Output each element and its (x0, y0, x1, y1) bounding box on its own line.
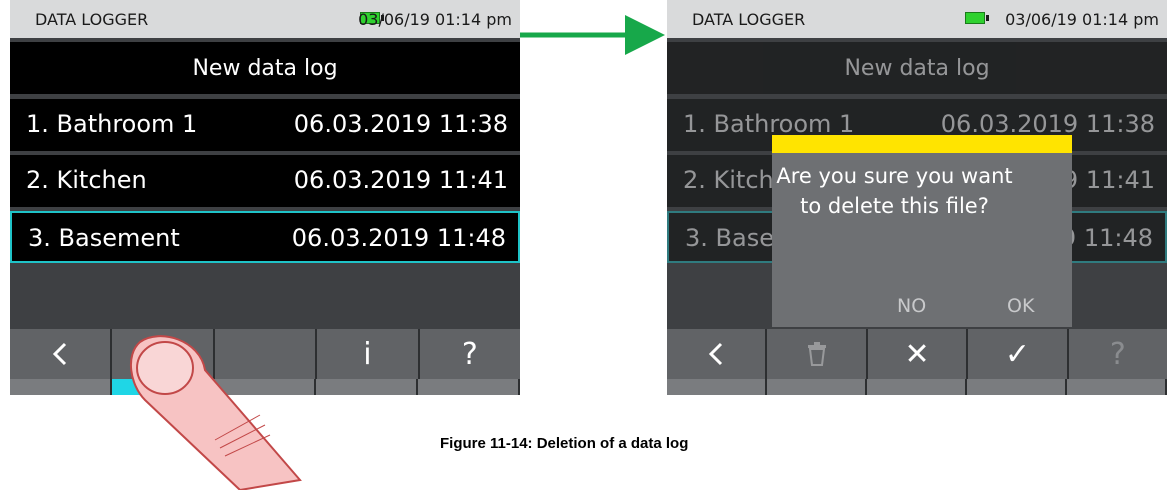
delete-confirm-dialog: Are you sure you want to delete this fil… (772, 135, 1072, 327)
info-icon: i (363, 336, 372, 372)
trash-icon (807, 342, 826, 366)
back-icon (709, 342, 723, 366)
confirm-button[interactable]: ✓ (968, 329, 1069, 379)
app-title: DATA LOGGER (692, 10, 806, 29)
status-bar: DATA LOGGER 03/06/19 01:14 pm (10, 0, 520, 38)
dialog-header-bar (772, 135, 1072, 153)
toolbar: ✕ ✓ ? (667, 329, 1167, 379)
status-datetime: 03/06/19 01:14 pm (358, 10, 512, 29)
page-title: New data log (10, 42, 520, 94)
info-button[interactable]: i (317, 329, 420, 379)
finger-pointer (129, 335, 302, 490)
dialog-no-option[interactable]: NO (897, 295, 926, 317)
figure-caption: Figure 11-14: Deletion of a data log (440, 435, 689, 452)
log-date: 06.03.2019 11:38 (293, 110, 508, 138)
delete-button (767, 329, 868, 379)
back-icon (53, 342, 67, 366)
back-button[interactable] (667, 329, 768, 379)
log-date: 06.03.2019 11:48 (291, 224, 506, 252)
device-screen-right: DATA LOGGER 03/06/19 01:14 pm New data l… (667, 0, 1167, 395)
log-date: 06.03.2019 11:38 (940, 110, 1155, 138)
log-name: 2. Kitchen (26, 166, 147, 194)
list-item[interactable]: 1. Bathroom 1 06.03.2019 11:38 (10, 99, 520, 151)
dialog-message: Are you sure you want to delete this fil… (776, 164, 1013, 218)
dialog-ok-option[interactable]: OK (1007, 295, 1034, 317)
status-bar: DATA LOGGER 03/06/19 01:14 pm (667, 0, 1167, 38)
log-name: 3. Basement (28, 224, 180, 252)
help-icon: ? (1109, 336, 1126, 372)
log-date: 06.03.2019 11:41 (293, 166, 508, 194)
right-arrow (520, 15, 665, 55)
help-icon: ? (461, 336, 478, 372)
battery-icon (965, 12, 989, 24)
button-indicators (667, 379, 1167, 395)
log-name: 1. Bathroom 1 (26, 110, 198, 138)
help-button: ? (1068, 329, 1167, 379)
list-item[interactable]: 2. Kitchen 06.03.2019 11:41 (10, 155, 520, 207)
log-name: 1. Bathroom 1 (683, 110, 855, 138)
help-button[interactable]: ? (419, 329, 520, 379)
back-button[interactable] (10, 329, 113, 379)
close-icon: ✕ (904, 336, 930, 372)
list-item-selected[interactable]: 3. Basement 06.03.2019 11:48 (10, 211, 520, 263)
check-icon: ✓ (1004, 336, 1030, 372)
status-datetime: 03/06/19 01:14 pm (1005, 10, 1159, 29)
cancel-button[interactable]: ✕ (867, 329, 969, 379)
page-title: New data log (667, 42, 1167, 94)
app-title: DATA LOGGER (35, 10, 149, 29)
